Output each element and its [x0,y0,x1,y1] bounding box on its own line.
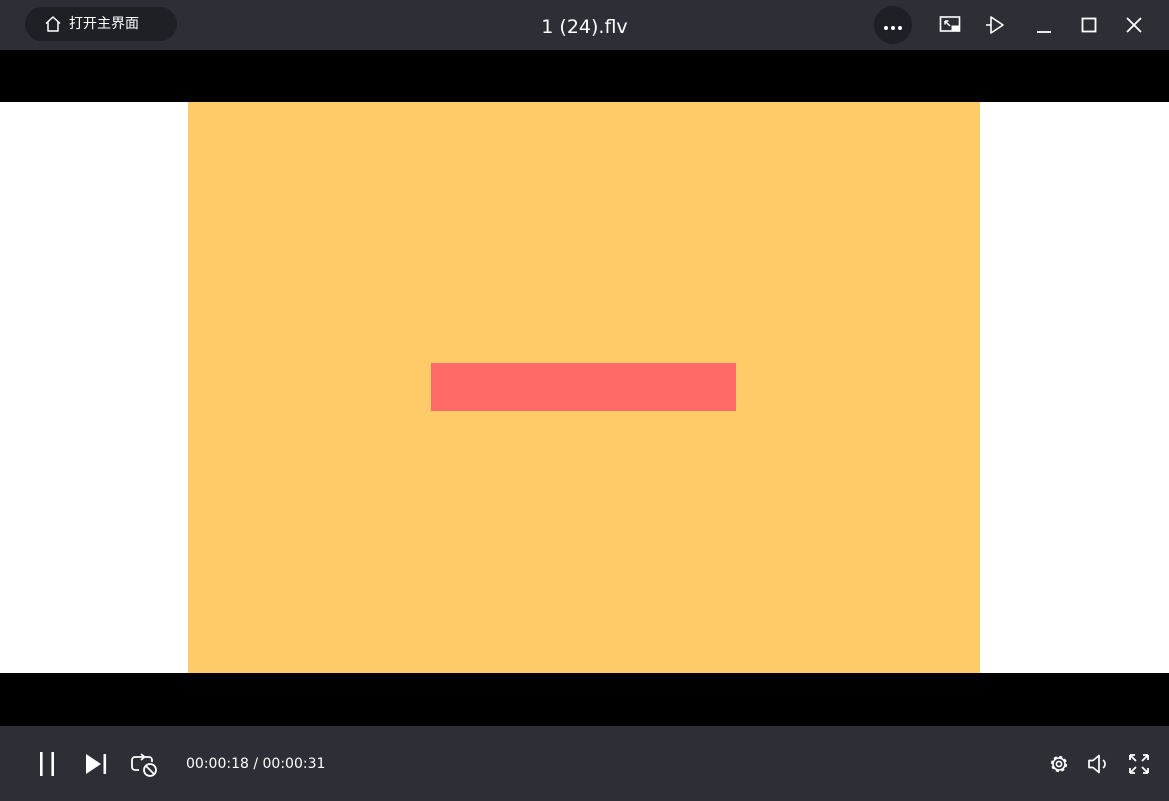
next-icon [84,752,108,776]
next-button[interactable] [82,750,110,778]
settings-button[interactable] [1045,750,1073,778]
video-player-window: 打开主界面 1 (24).flv 00:00:18 / 00:00:31 [0,0,1169,801]
total-time: 00:00:31 [262,756,326,772]
title-bar[interactable]: 打开主界面 1 (24).flv [0,0,1169,50]
maximize-icon [1079,15,1099,35]
more-options-button[interactable] [874,6,912,44]
fullscreen-button[interactable] [1125,750,1153,778]
pin-on-top-icon [985,14,1007,36]
pause-button[interactable] [33,750,61,778]
pin-on-top-button[interactable] [983,12,1009,38]
current-time: 00:00:18 [186,756,249,772]
volume-button[interactable] [1085,750,1113,778]
loop-button[interactable] [130,750,158,778]
more-icon [883,16,903,35]
home-icon [44,15,62,33]
maximize-button[interactable] [1076,12,1102,38]
volume-icon [1087,753,1111,775]
video-viewport[interactable] [0,50,1169,726]
playback-control-bar[interactable]: 00:00:18 / 00:00:31 [0,726,1169,801]
time-separator: / [248,756,263,772]
close-icon [1124,15,1144,35]
loop-off-icon [130,750,158,778]
video-frame [188,102,980,673]
open-main-window-button[interactable]: 打开主界面 [25,7,177,41]
pause-icon [35,751,59,777]
close-button[interactable] [1121,12,1147,38]
video-content-shape [431,363,736,411]
picture-in-picture-button[interactable] [937,12,963,38]
gear-icon [1048,753,1070,775]
open-main-window-label: 打开主界面 [69,16,139,32]
fullscreen-icon [1128,753,1150,775]
minimize-button[interactable] [1031,12,1057,38]
minimize-icon [1034,15,1054,35]
picture-in-picture-icon [939,15,961,35]
playback-time: 00:00:18 / 00:00:31 [186,752,325,776]
